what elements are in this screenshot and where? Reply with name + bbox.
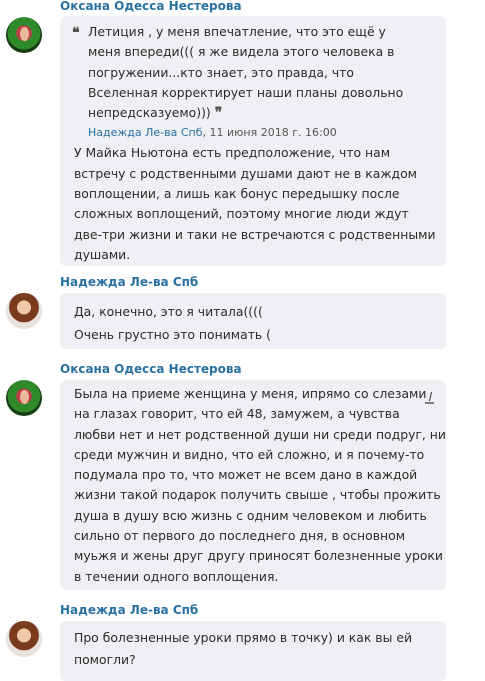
quote-line: меня впереди((( я же видела этого челове… <box>88 44 395 60</box>
avatar-nadezhda[interactable] <box>6 621 42 657</box>
quote-line: Вселенная корректирует наши планы доволь… <box>88 84 404 100</box>
avatar-oksana[interactable] <box>6 17 42 53</box>
message-bubble: ❝ Летиция , у меня впечатление, что это … <box>60 16 446 266</box>
message-line: воплощении, а лишь как бонус передышку п… <box>74 186 400 202</box>
quote-close-icon: ❞ <box>214 105 223 122</box>
quote-open-icon: ❝ <box>72 25 80 41</box>
quote-date: , 11 июня 2018 г. 16:00 <box>202 126 337 140</box>
message-line: Да, конечно, это я читала(((( <box>74 304 263 319</box>
avatar-oksana[interactable] <box>6 380 42 416</box>
message-line: Про болезненные уроки прямо в точку) и к… <box>74 630 413 645</box>
quote-line: Летиция , у меня впечатление, что это ещ… <box>88 24 386 39</box>
message-line: Была на приеме женщина у меня, ипрямо со… <box>74 386 427 401</box>
message-line: сложных воплощений, поэтому многие люди … <box>74 206 409 222</box>
message-line: муьжя и жены друг другу приносят болезне… <box>74 548 443 564</box>
message-line: жизни такой подарок получить свыше , что… <box>74 487 441 503</box>
quote-line: погружении...кто знает, это правда, что <box>88 64 354 80</box>
message-line: подумала про то, что может не всем дано … <box>74 467 418 483</box>
quote-line: непредсказуемо))) <box>88 105 211 121</box>
message-line: душами. <box>74 246 131 262</box>
avatar-nadezhda[interactable] <box>6 293 42 329</box>
message-author[interactable]: Оксана Одесса Нестерова <box>60 362 242 376</box>
message-line: У Майка Ньютона есть предположение, что … <box>74 145 391 161</box>
message-line: Очень грустно это понимать ( <box>74 327 272 342</box>
message-line: душа в душу всю жизнь с одним человеком … <box>74 507 427 523</box>
message-bubble: Была на приеме женщина у меня, ипрямо со… <box>60 380 446 590</box>
quoted-message: ❝ Летиция , у меня впечатление, что это … <box>72 22 436 143</box>
message-line: любви нет и нет родственной души ни сред… <box>74 426 446 442</box>
message-author[interactable]: Надежда Ле-ва Спб <box>60 275 198 289</box>
quote-author-link[interactable]: Надежда Ле-ва Спб <box>88 126 203 139</box>
message-line: сильно от первого до последнего дня, в о… <box>74 528 406 544</box>
message-line: на глазах говорит, что ей 48, замужем, а… <box>74 406 400 422</box>
message-author[interactable]: Надежда Ле-ва Спб <box>60 603 198 617</box>
message-line: встречу с родственными душами дают не в … <box>74 165 418 181</box>
message-author[interactable]: Оксана Одесса Нестерова <box>60 0 242 13</box>
quote-attribution: Надежда Ле-ва Спб, 11 июня 2018 г. 16:00 <box>88 123 436 143</box>
message-bubble: Да, конечно, это я читала(((( Очень грус… <box>60 293 446 349</box>
message-line: среди мужчин и видно, что ей сложно, и я… <box>74 446 425 462</box>
message-line: помогли? <box>74 652 136 667</box>
message-line: в течении одного воплощения. <box>74 568 279 584</box>
message-bubble: Про болезненные уроки прямо в точку) и к… <box>60 621 446 681</box>
message-line: две-три жизни и таки не встречаются с ро… <box>74 226 436 242</box>
edit-icon[interactable] <box>422 390 436 404</box>
